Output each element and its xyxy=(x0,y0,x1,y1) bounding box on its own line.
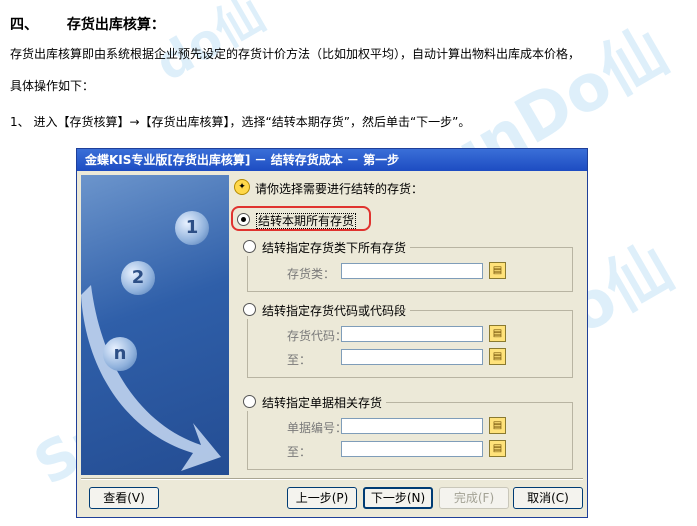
option-label: 结转本期所有存货 xyxy=(256,213,357,229)
lightbulb-icon: ✦ xyxy=(234,179,250,195)
section-number: 四、 xyxy=(10,17,38,33)
prev-button[interactable]: 上一步(P) xyxy=(287,487,357,509)
lookup-icon[interactable]: ▤ xyxy=(489,325,506,342)
option-label: 结转指定存货代码或代码段 xyxy=(262,304,407,318)
option-label: 结转指定单据相关存货 xyxy=(262,396,383,410)
step-1-badge: 1 xyxy=(175,211,209,245)
paragraph: 存货出库核算即由系统根据企业预先设定的存货计价方法（比如加权平均），自动计算出物… xyxy=(10,47,581,61)
doc-to-input[interactable] xyxy=(341,441,483,457)
view-button[interactable]: 查看(V) xyxy=(89,487,159,509)
option-all-items[interactable]: 结转本期所有存货 xyxy=(237,212,357,229)
wizard-side-graphic: 1 2 n xyxy=(81,175,229,475)
step-2-badge: 2 xyxy=(121,261,155,295)
radio-icon[interactable] xyxy=(243,303,256,316)
doc-from-input[interactable] xyxy=(341,418,483,434)
option-by-document[interactable]: 结转指定单据相关存货 xyxy=(243,394,387,411)
divider xyxy=(81,478,583,480)
wizard-dialog: 金蝶KIS专业版[存货出库核算] － 结转存货成本 － 第一步 1 2 n ✦ … xyxy=(76,148,588,518)
arrow-graphic-icon xyxy=(81,285,221,471)
category-input[interactable] xyxy=(341,263,483,279)
radio-selected-icon[interactable] xyxy=(237,213,250,226)
step-n-badge: n xyxy=(103,337,137,371)
dialog-title[interactable]: 金蝶KIS专业版[存货出库核算] － 结转存货成本 － 第一步 xyxy=(77,149,587,171)
code-to-label: 至： xyxy=(287,353,312,367)
doc-to-label: 至： xyxy=(287,445,312,459)
option-label: 结转指定存货类下所有存货 xyxy=(262,241,407,255)
option-by-category[interactable]: 结转指定存货类下所有存货 xyxy=(243,239,411,256)
category-label: 存货类： xyxy=(287,267,336,281)
paragraph: 具体操作如下： xyxy=(10,79,95,93)
lookup-icon[interactable]: ▤ xyxy=(489,440,506,457)
code-to-input[interactable] xyxy=(341,349,483,365)
radio-icon[interactable] xyxy=(243,240,256,253)
step-instruction: 1、 进入【存货核算】→【存货出库核算】，选择“结转本期存货”，然后单击“下一步… xyxy=(10,115,471,129)
next-button[interactable]: 下一步(N) xyxy=(363,487,433,509)
section-title: 存货出库核算： xyxy=(66,17,165,33)
code-from-input[interactable] xyxy=(341,326,483,342)
lookup-icon[interactable]: ▤ xyxy=(489,417,506,434)
radio-icon[interactable] xyxy=(243,395,256,408)
hint-text: 请你选择需要进行结转的存货： xyxy=(255,182,424,196)
finish-button[interactable]: 完成(F) xyxy=(439,487,509,509)
doc-from-label: 单据编号： xyxy=(287,421,348,435)
cancel-button[interactable]: 取消(C) xyxy=(513,487,583,509)
lookup-icon[interactable]: ▤ xyxy=(489,262,506,279)
section-heading: 四、 存货出库核算： xyxy=(10,14,165,34)
code-from-label: 存货代码： xyxy=(287,329,348,343)
lookup-icon[interactable]: ▤ xyxy=(489,348,506,365)
option-by-code[interactable]: 结转指定存货代码或代码段 xyxy=(243,302,411,319)
